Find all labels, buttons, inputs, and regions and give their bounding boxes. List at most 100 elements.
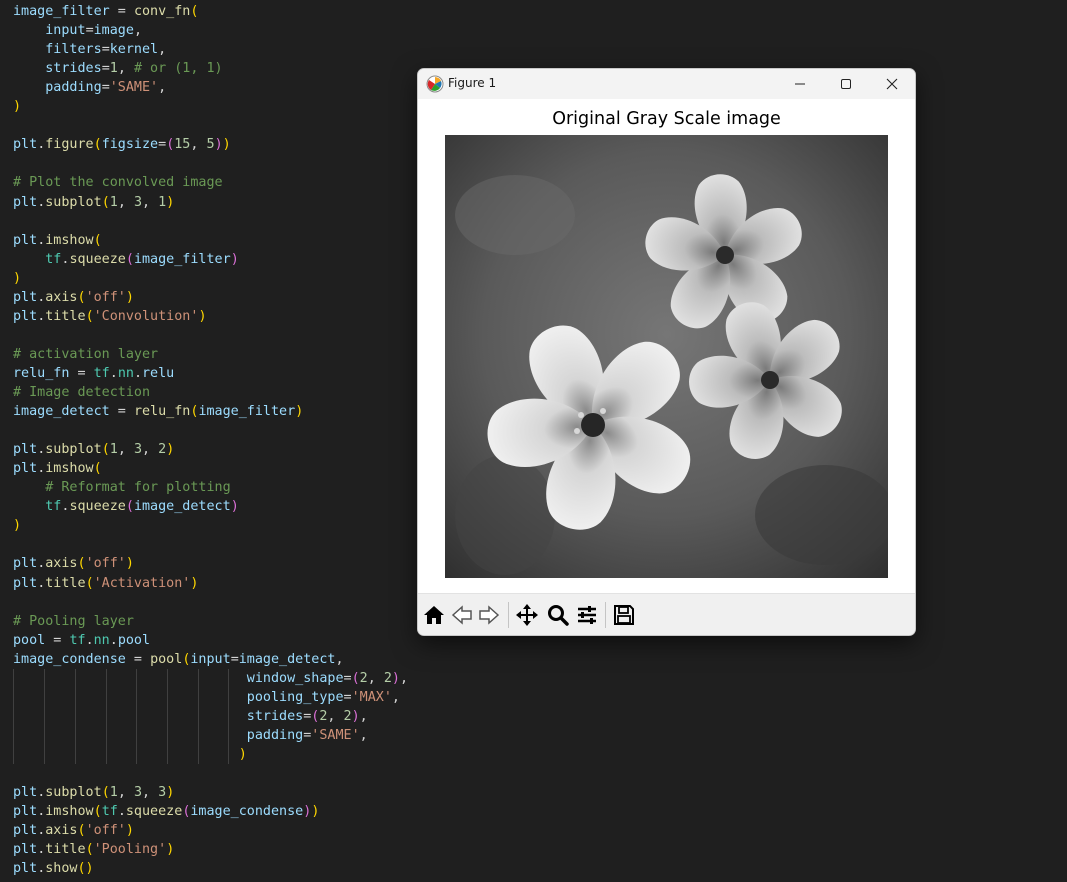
code-token: 'Convolution' (93, 308, 199, 324)
code-token: ( (101, 194, 110, 210)
code-line: padding='SAME', (13, 78, 166, 97)
back-arrow-icon (451, 605, 472, 625)
code-token: ( (93, 137, 102, 153)
code-token: plt (13, 823, 38, 839)
configure-subplots-button[interactable] (575, 603, 599, 627)
figure-canvas[interactable]: Original Gray Scale image (418, 99, 915, 593)
code-token: ) (125, 289, 134, 305)
code-line: window_shape=(2, 2), (13, 669, 408, 688)
zoom-icon (548, 605, 569, 626)
pan-button[interactable] (515, 603, 539, 627)
code-token: , (117, 442, 134, 458)
code-token: = (45, 632, 70, 648)
code-token: 'Activation' (93, 575, 191, 591)
code-token: plt (13, 785, 38, 801)
code-token: subplot (45, 785, 102, 801)
code-line: tf.squeeze(image_detect) (13, 497, 239, 516)
code-line: plt.show() (13, 859, 94, 878)
code-line: input=image, (13, 21, 142, 40)
code-token: tf (45, 499, 62, 515)
code-token: # Reformat for plotting (45, 480, 231, 496)
home-button[interactable] (422, 603, 446, 627)
code-token: # activation layer (13, 346, 159, 362)
close-button[interactable] (869, 69, 915, 99)
indent-guide (13, 668, 14, 764)
code-token: ( (101, 785, 110, 801)
window-title: Figure 1 (448, 76, 497, 90)
code-token: 2 (343, 708, 352, 724)
code-token: imshow (45, 232, 94, 248)
code-token: imshow (45, 461, 94, 477)
code-line: plt.subplot(1, 3, 1) (13, 193, 174, 212)
code-token: ) (238, 746, 247, 762)
code-token: , (158, 42, 167, 58)
plot-title: Original Gray Scale image (552, 109, 781, 129)
code-token: ( (125, 251, 134, 267)
code-token: image_detect (133, 499, 231, 515)
code-token: ( (77, 823, 86, 839)
code-token: ) (13, 518, 22, 534)
code-token: ) (391, 670, 400, 686)
minimize-button[interactable] (777, 69, 823, 99)
code-token: 'SAME' (109, 80, 159, 96)
code-token: padding (45, 80, 102, 96)
code-line: plt.subplot(1, 3, 2) (13, 440, 174, 459)
code-token: ( (190, 4, 199, 19)
home-icon (424, 606, 444, 624)
code-token: relu_fn (13, 365, 70, 381)
code-token: , (327, 708, 344, 724)
back-button[interactable] (450, 603, 474, 627)
code-token: plt (13, 804, 38, 820)
code-token: relu_fn (133, 404, 191, 420)
configure-subplots-icon (578, 606, 596, 624)
code-token: . (109, 365, 118, 381)
code-token: = (101, 80, 110, 96)
code-token: ( (93, 461, 102, 477)
code-token: 2 (383, 670, 392, 686)
code-line: # Plot the convolved image (13, 173, 223, 192)
code-token: = (125, 651, 151, 667)
code-token: ) (230, 499, 239, 515)
code-token: kernel (109, 42, 159, 58)
forward-button[interactable] (477, 603, 501, 627)
code-token: ) (222, 137, 231, 153)
code-token: pool (117, 632, 151, 648)
code-line: plt.title('Pooling') (13, 840, 174, 859)
navigation-toolbar (418, 593, 915, 635)
code-token: . (85, 632, 94, 648)
code-token: = (109, 404, 134, 420)
code-token: plt (13, 575, 38, 591)
save-button[interactable] (612, 603, 636, 627)
code-token: squeeze (125, 804, 183, 820)
code-token: = (158, 137, 167, 153)
code-token: pool (150, 651, 183, 667)
zoom-button[interactable] (546, 603, 570, 627)
code-token: ( (351, 670, 360, 686)
code-token: ( (101, 442, 110, 458)
code-token: = (69, 365, 94, 381)
code-line: plt.imshow(tf.squeeze(image_condense)) (13, 802, 319, 821)
matplotlib-icon (426, 75, 444, 93)
code-token: plt (13, 556, 38, 572)
figure-window[interactable]: Figure 1 Original Gray Scale image (417, 68, 916, 636)
code-token: ) (230, 251, 239, 267)
code-token: 3 (133, 442, 142, 458)
code-token: ) (125, 823, 134, 839)
code-line: plt.imshow( (13, 231, 102, 250)
code-line: strides=(2, 2), (13, 707, 368, 726)
indent-guide (228, 668, 229, 764)
code-token: pool (13, 632, 46, 648)
code-token: # or (1, 1) (133, 61, 223, 77)
code-token: tf (93, 365, 110, 381)
code-token: strides (45, 61, 102, 77)
maximize-button[interactable] (823, 69, 869, 99)
indent-guide (167, 668, 168, 764)
code-token: . (133, 365, 142, 381)
code-token: plt (13, 194, 38, 210)
code-line: # Image detection (13, 383, 150, 402)
window-titlebar[interactable]: Figure 1 (418, 69, 915, 99)
